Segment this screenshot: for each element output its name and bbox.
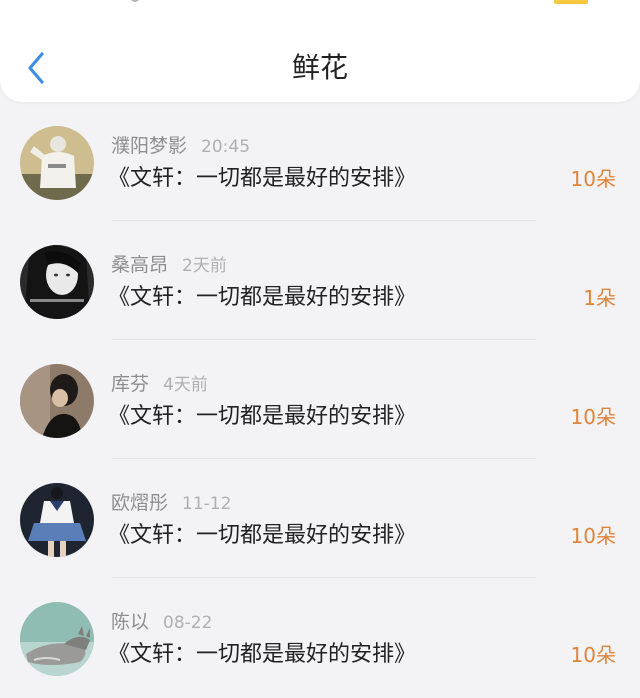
flower-amount: 10朵: [570, 643, 616, 667]
avatar-bw-girl-icon: [20, 245, 94, 319]
list-item[interactable]: 欧熠彤 11-12 《文轩：一切都是最好的安排》 10朵: [0, 459, 640, 578]
status-bar-icon: [130, 0, 140, 2]
book-title: 《文轩：一切都是最好的安排》: [108, 404, 417, 429]
flower-amount: 1朵: [583, 286, 616, 310]
send-time: 4天前: [163, 375, 208, 395]
avatar-sailor-uniform-icon: [20, 483, 94, 557]
sender-line: 濮阳梦影 20:45: [111, 132, 250, 160]
book-title: 《文轩：一切都是最好的安排》: [108, 285, 417, 310]
flower-amount: 10朵: [570, 405, 616, 429]
sender-name: 濮阳梦影: [111, 135, 188, 157]
send-time: 20:45: [201, 137, 251, 157]
send-time: 08-22: [163, 613, 213, 633]
battery-icon: [554, 0, 588, 4]
list-item[interactable]: 桑高昂 2天前 《文轩：一切都是最好的安排》 1朵: [0, 221, 640, 340]
avatar[interactable]: [20, 602, 94, 676]
avatar[interactable]: [20, 483, 94, 557]
avatar-dark-hair-girl-icon: [20, 364, 94, 438]
gift-list: 濮阳梦影 20:45 《文轩：一切都是最好的安排》 10朵 桑高昂 2天前 《文…: [0, 102, 640, 697]
book-title: 《文轩：一切都是最好的安排》: [108, 642, 417, 667]
send-time: 11-12: [182, 494, 232, 514]
page-title: 鲜花: [291, 51, 348, 84]
book-title: 《文轩：一切都是最好的安排》: [108, 523, 417, 548]
list-item[interactable]: 库芬 4天前 《文轩：一切都是最好的安排》 10朵: [0, 340, 640, 459]
flower-amount: 10朵: [570, 167, 616, 191]
avatar[interactable]: [20, 126, 94, 200]
sender-line: 陈以 08-22: [111, 608, 212, 636]
avatar-cat-icon: [20, 602, 94, 676]
send-time: 2天前: [182, 256, 227, 276]
sender-name: 桑高昂: [111, 254, 169, 276]
avatar[interactable]: [20, 364, 94, 438]
header-bar: 鲜花: [0, 0, 640, 102]
sender-line: 桑高昂 2天前: [111, 251, 227, 279]
list-item[interactable]: 陈以 08-22 《文轩：一切都是最好的安排》 10朵: [0, 578, 640, 697]
sender-line: 库芬 4天前: [111, 370, 208, 398]
avatar-figure-white-clothes-icon: [20, 126, 94, 200]
book-title: 《文轩：一切都是最好的安排》: [108, 166, 417, 191]
sender-name: 库芬: [111, 373, 150, 395]
sender-line: 欧熠彤 11-12: [111, 489, 231, 517]
avatar[interactable]: [20, 245, 94, 319]
sender-name: 陈以: [111, 611, 150, 633]
flower-gift-page: 鲜花 濮阳梦影 20:45 《文轩：一切都是最好的安排》 10朵 桑高昂 2天前…: [0, 0, 640, 698]
sender-name: 欧熠彤: [111, 492, 169, 514]
flower-amount: 10朵: [570, 524, 616, 548]
list-item[interactable]: 濮阳梦影 20:45 《文轩：一切都是最好的安排》 10朵: [0, 102, 640, 221]
